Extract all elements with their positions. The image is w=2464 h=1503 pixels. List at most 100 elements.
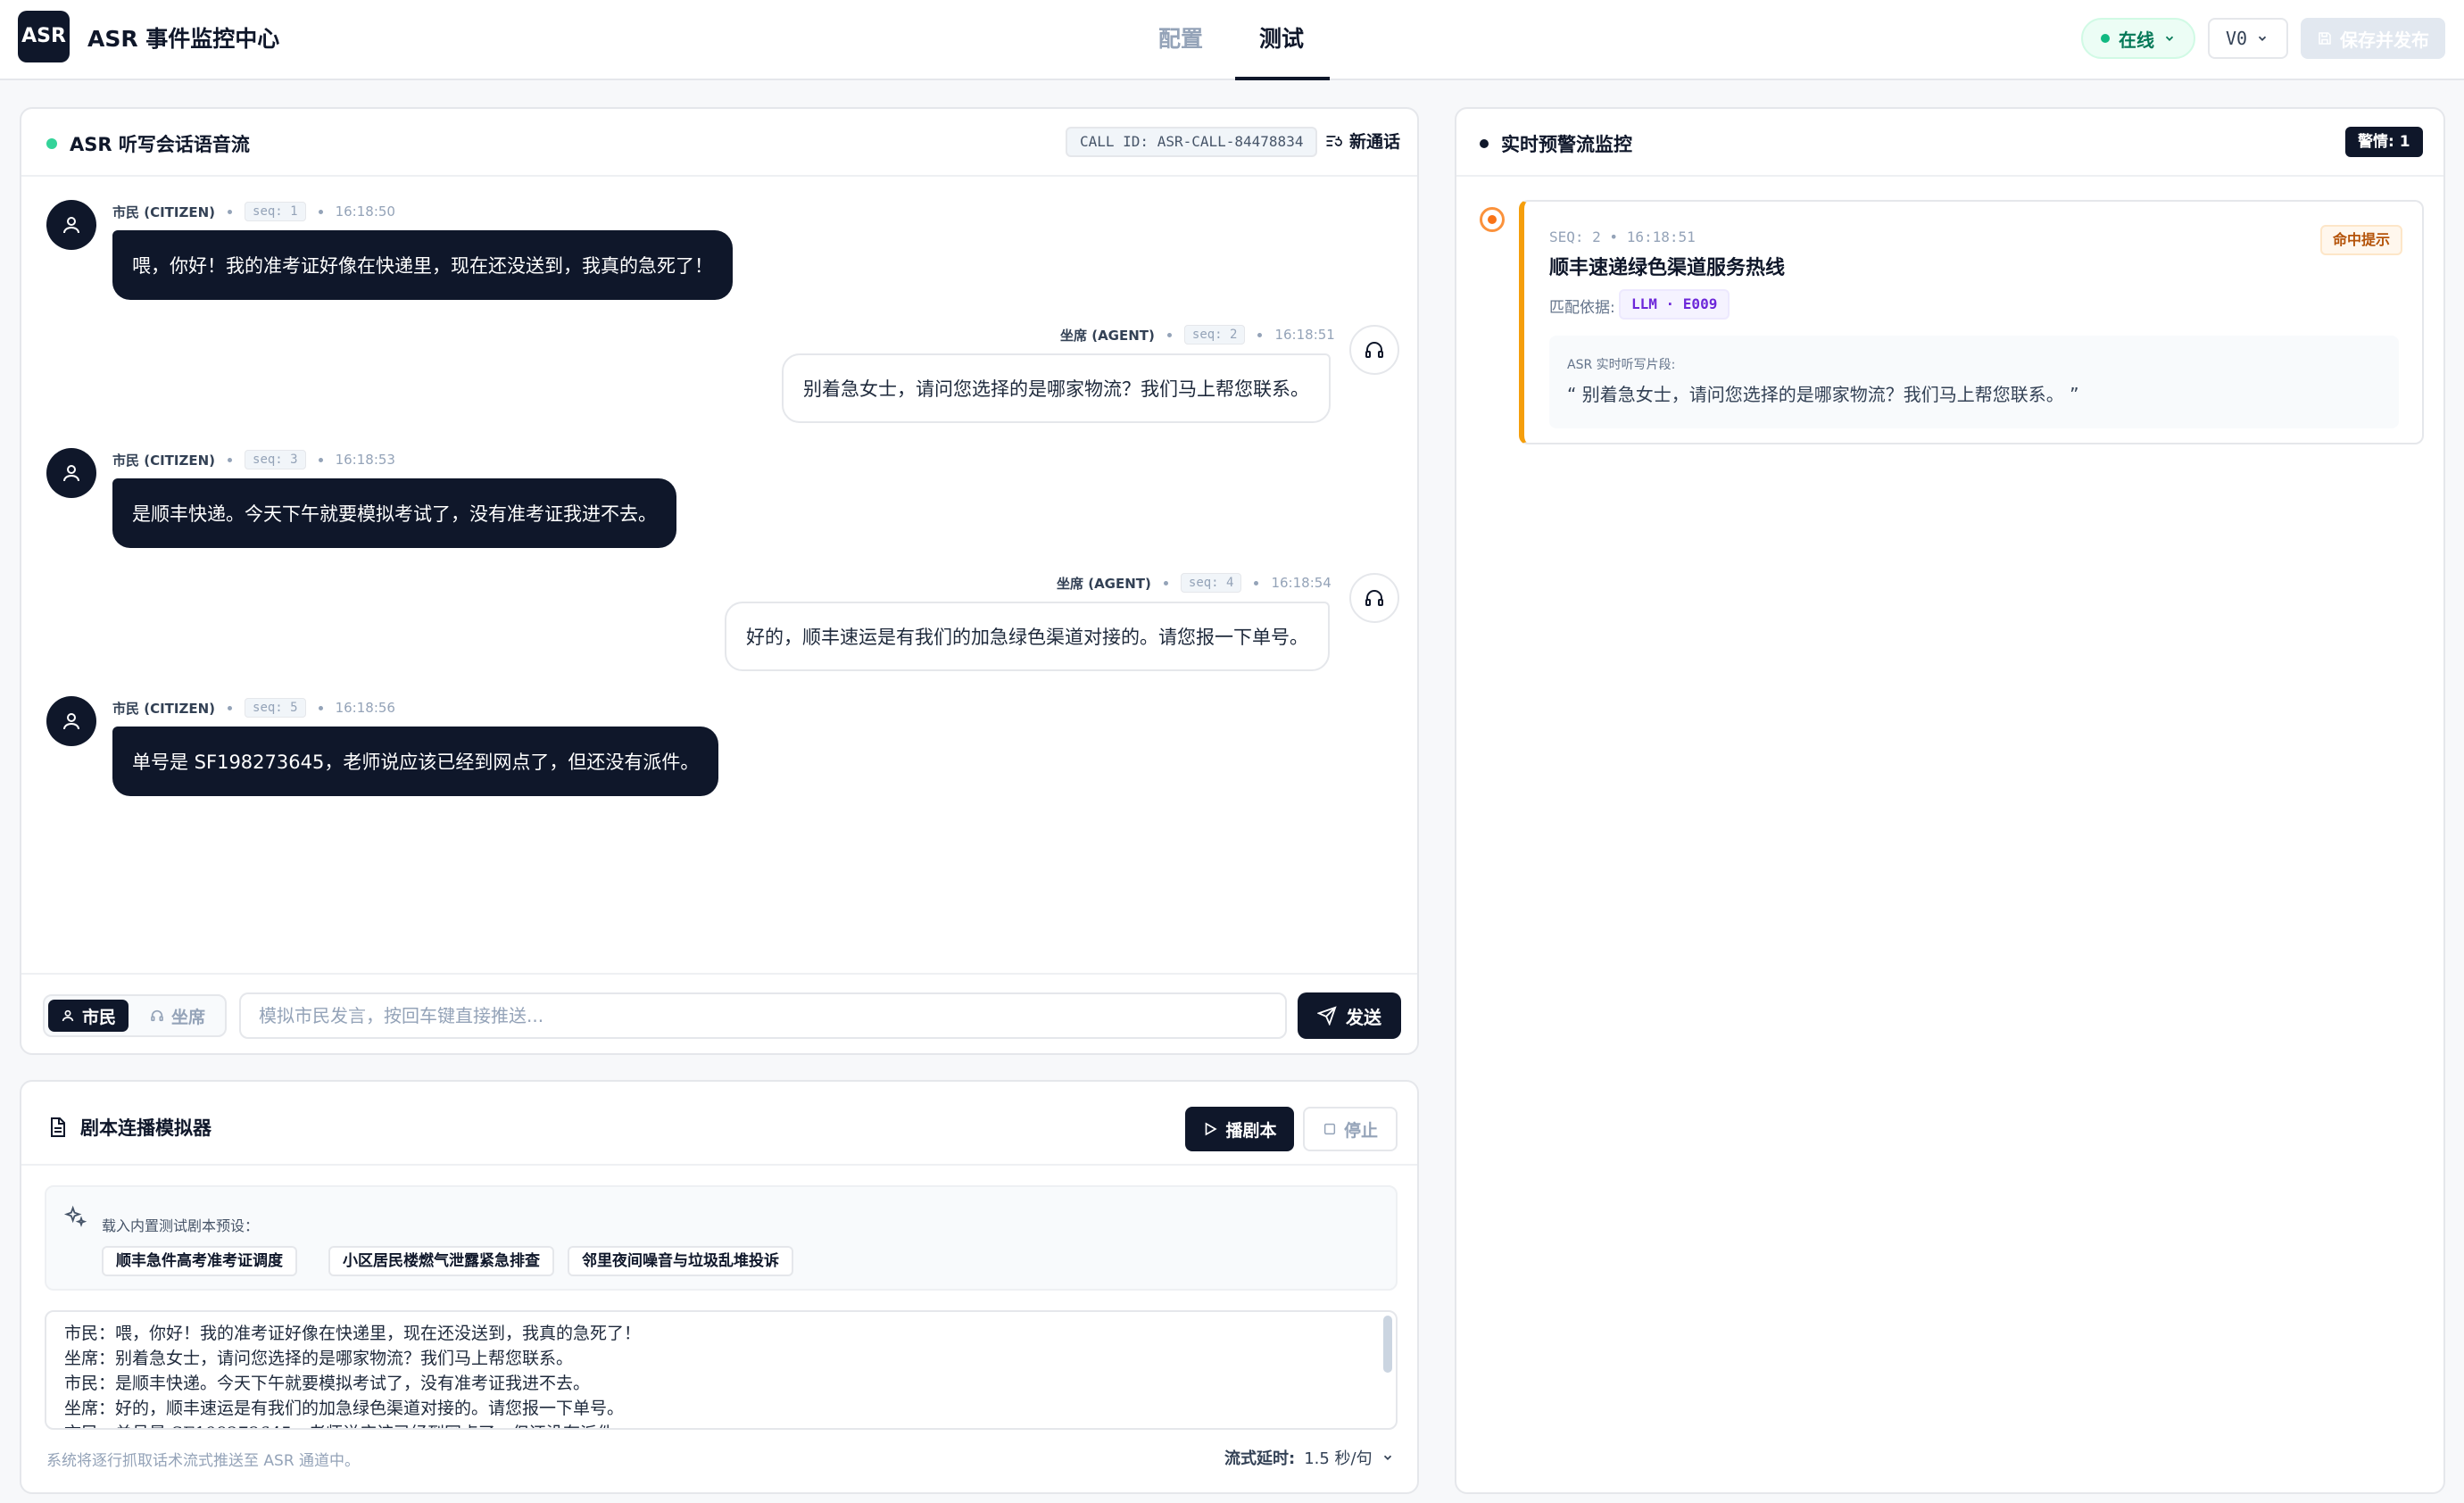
chevron-down-icon — [2165, 36, 2174, 41]
meta-separator — [1254, 580, 1259, 585]
active-tab-indicator — [1235, 77, 1330, 80]
preset-box: 载入内置测试剧本预设： 顺丰急件高考准考证调度 小区居民楼燃气泄露紧急排查 邻里… — [45, 1185, 1398, 1291]
script-line: 市民：是顺丰快递。今天下午就要模拟考试了，没有准考证我进不去。 — [64, 1374, 591, 1393]
user-icon — [63, 217, 79, 234]
new-call-icon — [1326, 135, 1342, 146]
agent-avatar — [1349, 573, 1399, 623]
message-role: 市民 (CITIZEN) — [112, 700, 216, 717]
message-role: 市民 (CITIZEN) — [112, 452, 216, 469]
alert-headline: 顺丰速递绿色渠道服务热线 — [1549, 257, 1786, 279]
hit-badge: 命中提示 — [2320, 225, 2403, 255]
user-icon — [63, 465, 79, 482]
script-header: 剧本连播模拟器 — [46, 1114, 212, 1141]
publish-label: 保存并发布 — [2340, 29, 2429, 51]
user-icon — [62, 1009, 74, 1022]
script-line: 市民：单号是 SF198273645，老师说应该已经到网点了，但还没有派件。 — [64, 1421, 1378, 1428]
message-seq: seq: 2 — [1183, 325, 1246, 345]
meta-separator — [318, 705, 323, 710]
snippet-text: “ 别着急女士，请问您选择的是哪家物流？我们马上帮您联系。 ” — [1567, 384, 2079, 405]
script-simulator-panel: 剧本连播模拟器 播剧本 停止 载入内置测试剧本预设： 顺丰急件高考准考证调度 小… — [20, 1080, 1419, 1494]
meta-separator — [228, 705, 233, 710]
script-line: 坐席：好的，顺丰速运是有我们的加急绿色渠道对接的。请您报一下单号。 — [64, 1399, 625, 1418]
document-icon — [51, 1117, 65, 1137]
send-button[interactable]: 发送 — [1298, 992, 1401, 1039]
timeline-marker-icon — [1480, 207, 1505, 232]
status-dropdown[interactable]: 在线 — [2081, 18, 2195, 59]
app-logo: ASR — [18, 11, 70, 62]
message-meta: 坐席 (AGENT) seq: 4 16:18:54 — [1057, 573, 1332, 593]
alert-card[interactable]: SEQ: 2 • 16:18:51 顺丰速递绿色渠道服务热线 命中提示 匹配依据… — [1519, 200, 2424, 444]
message-time: 16:18:53 — [335, 452, 395, 468]
role-citizen-option[interactable]: 市民 — [48, 1000, 129, 1032]
chevron-down-icon — [1383, 1455, 1391, 1460]
tab-config[interactable]: 配置 — [1158, 21, 1203, 54]
role-agent-label: 坐席 — [171, 1007, 206, 1027]
tab-test[interactable]: 测试 — [1259, 21, 1304, 54]
sparkles-icon — [63, 1205, 87, 1227]
play-icon — [1206, 1122, 1218, 1136]
alert-count-badge: 警情: 1 — [2345, 127, 2423, 157]
conversation-header: ASR 听写会话语音流 — [46, 130, 250, 157]
citizen-message-bubble: 单号是 SF198273645，老师说应该已经到网点了，但还没有派件。 — [112, 727, 719, 796]
role-agent-option[interactable]: 坐席 — [137, 1000, 218, 1032]
play-script-button[interactable]: 播剧本 — [1185, 1107, 1294, 1151]
citizen-message-bubble: 是顺丰快递。今天下午就要模拟考试了，没有准考证我进不去。 — [112, 478, 676, 548]
stop-label: 停止 — [1343, 1120, 1378, 1141]
live-dot-icon — [46, 138, 57, 149]
message-meta: 市民 (CITIZEN) seq: 3 16:18:53 — [112, 450, 395, 469]
citizen-avatar — [46, 696, 96, 746]
message-meta: 市民 (CITIZEN) seq: 1 16:18:50 — [112, 202, 395, 221]
agent-avatar — [1349, 325, 1399, 375]
new-call-button[interactable]: 新通话 — [1324, 129, 1400, 153]
preset-chip[interactable]: 小区居民楼燃气泄露紧急排查 — [328, 1246, 554, 1276]
role-citizen-label: 市民 — [82, 1007, 117, 1027]
alert-meta: SEQ: 2 • 16:18:51 — [1549, 228, 1696, 245]
call-id-badge: CALL ID: ASR-CALL-84478834 — [1066, 127, 1318, 157]
headphones-icon — [1365, 590, 1383, 606]
play-label: 播剧本 — [1225, 1120, 1277, 1141]
send-icon — [1317, 1006, 1337, 1026]
script-hint: 系统将逐行抓取话术流式推送至 ASR 通道中。 — [46, 1452, 361, 1470]
stop-button[interactable]: 停止 — [1303, 1107, 1398, 1151]
message-role: 坐席 (AGENT) — [1060, 327, 1155, 344]
message-time: 16:18:50 — [335, 203, 395, 220]
app-title: ASR 事件监控中心 — [87, 26, 280, 52]
user-icon — [63, 713, 79, 730]
conversation-title: ASR 听写会话语音流 — [70, 134, 250, 155]
match-chip: LLM · E009 — [1619, 289, 1730, 320]
preset-label: 载入内置测试剧本预设： — [102, 1217, 260, 1234]
script-textarea[interactable]: 市民：喂，你好！我的准考证好像在快递里，现在还没送到，我真的急死了！ 坐席：别着… — [45, 1310, 1398, 1430]
message-role: 市民 (CITIZEN) — [112, 203, 216, 220]
alert-monitor-panel: 实时预警流监控 警情: 1 SEQ: 2 • 16:18:51 顺丰速递绿色渠道… — [1455, 107, 2445, 1494]
save-publish-button[interactable]: 保存并发布 — [2301, 18, 2445, 59]
alert-title: 实时预警流监控 — [1501, 134, 1632, 155]
message-input[interactable] — [239, 992, 1287, 1039]
message-seq: seq: 3 — [245, 450, 306, 469]
panel-divider — [21, 1164, 1417, 1166]
message-time: 16:18:54 — [1271, 575, 1332, 591]
version-select[interactable]: V0 — [2208, 18, 2288, 59]
message-seq: seq: 1 — [245, 202, 306, 221]
message-seq: seq: 5 — [245, 698, 306, 718]
citizen-avatar — [46, 448, 96, 498]
status-label: 在线 — [2119, 29, 2154, 51]
message-role: 坐席 (AGENT) — [1057, 575, 1151, 592]
panel-divider — [1456, 175, 2443, 177]
agent-message-bubble: 别着急女士，请问您选择的是哪家物流？我们马上帮您联系。 — [782, 353, 1331, 423]
top-header: ASR ASR 事件监控中心 配置 测试 在线 V0 保存并发布 — [0, 0, 2464, 80]
chevron-down-icon — [2258, 36, 2267, 41]
latency-value: 1.5 秒/句 — [1304, 1449, 1373, 1468]
online-dot-icon — [2101, 34, 2110, 43]
alert-header: 实时预警流监控 — [1480, 130, 1632, 157]
preset-chip[interactable]: 顺丰急件高考准考证调度 — [102, 1246, 297, 1276]
version-label: V0 — [2226, 28, 2248, 49]
citizen-avatar — [46, 200, 96, 250]
preset-chip[interactable]: 邻里夜间噪音与垃圾乱堆投诉 — [568, 1246, 793, 1276]
message-time: 16:18:56 — [335, 700, 395, 716]
citizen-message-bubble: 喂，你好！我的准考证好像在快递里，现在还没送到，我真的急死了！ — [112, 230, 733, 300]
script-title: 剧本连播模拟器 — [80, 1117, 212, 1139]
meta-separator — [228, 457, 233, 462]
meta-separator — [1166, 332, 1172, 337]
scrollbar[interactable] — [1383, 1316, 1392, 1373]
latency-select[interactable]: 流式延时: 1.5 秒/句 — [1224, 1446, 1394, 1469]
